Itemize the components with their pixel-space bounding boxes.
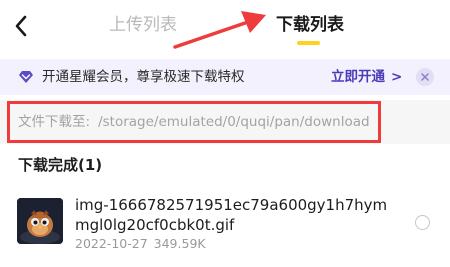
open-vip-label: 立即开通 bbox=[331, 69, 385, 85]
download-path-label: 文件下载至: bbox=[18, 114, 91, 130]
file-name: img-1666782571951ec79a600gy1h7hymmgl0lg2… bbox=[75, 196, 388, 234]
bird-thumbnail-image bbox=[17, 198, 63, 244]
promo-text: 开通星耀会员，尊享极速下载特权 bbox=[42, 69, 245, 85]
file-date: 2022-10-27 bbox=[75, 236, 148, 251]
vip-promo-banner: 开通星耀会员，尊享极速下载特权 立即开通 > bbox=[0, 59, 450, 95]
back-button[interactable] bbox=[8, 11, 34, 41]
diamond-icon bbox=[19, 71, 33, 83]
file-thumbnail bbox=[17, 198, 63, 244]
promo-close-button[interactable] bbox=[416, 68, 434, 86]
download-path-value: /storage/emulated/0/quqi/pan/download bbox=[98, 114, 370, 130]
file-list-item[interactable]: img-1666782571951ec79a600gy1h7hymmgl0lg2… bbox=[0, 186, 450, 267]
open-vip-link[interactable]: 立即开通 > bbox=[331, 68, 402, 86]
top-bar: 上传列表 下载列表 bbox=[0, 0, 450, 54]
file-meta: 2022-10-27 349.59K bbox=[75, 236, 206, 252]
chevron-left-icon bbox=[15, 15, 27, 37]
tab-upload-list[interactable]: 上传列表 bbox=[109, 14, 177, 36]
tab-download-list[interactable]: 下载列表 bbox=[276, 14, 344, 36]
chevron-right-icon: > bbox=[391, 69, 403, 85]
section-title-completed: 下载完成(1) bbox=[18, 156, 103, 174]
file-size: 349.59K bbox=[153, 236, 206, 251]
active-tab-indicator bbox=[297, 41, 320, 45]
close-icon bbox=[421, 73, 429, 81]
select-radio[interactable] bbox=[415, 215, 430, 230]
download-path-row[interactable]: 文件下载至: /storage/emulated/0/quqi/pan/downl… bbox=[0, 100, 450, 144]
